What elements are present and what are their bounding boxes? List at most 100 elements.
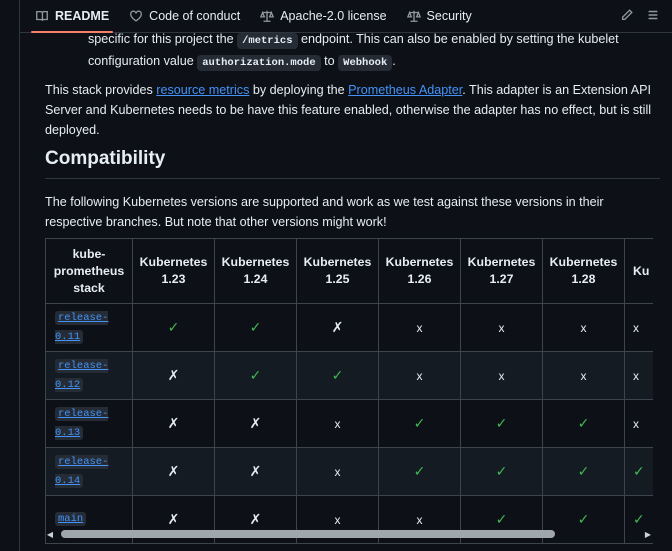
readme-tab-bar: README Code of conduct Apache-2.0 licens… xyxy=(20,0,672,33)
outline-menu-button[interactable] xyxy=(646,8,660,25)
support-cell: ✓ xyxy=(214,303,297,352)
table-row: release-0.11 ✓ ✓ ✗ x x x x xyxy=(45,303,653,352)
resource-metrics-paragraph: This stack provides resource metrics by … xyxy=(45,80,660,140)
support-cell: ✓ xyxy=(296,351,379,400)
support-cell: ✗ xyxy=(132,351,215,400)
tab-readme[interactable]: README xyxy=(25,0,119,33)
scroll-left-icon[interactable]: ◀ xyxy=(45,530,55,539)
support-cell: x xyxy=(624,399,653,448)
x-mark: x xyxy=(580,320,587,335)
readme-container: README Code of conduct Apache-2.0 licens… xyxy=(19,0,672,551)
code-metrics: /metrics xyxy=(237,33,298,49)
law-icon xyxy=(406,10,421,22)
tab-security-label: Security xyxy=(426,9,472,23)
table-horizontal-scrollbar[interactable]: ◀ ▶ xyxy=(45,528,653,540)
support-cell: ✗ xyxy=(296,303,379,352)
cross-icon: ✗ xyxy=(167,415,180,431)
release-branch-link[interactable]: main xyxy=(55,512,87,526)
table-header-row: kube-prometheus stack Kubernetes 1.23 Ku… xyxy=(45,238,653,304)
list-text-1: specific for this project the xyxy=(88,32,234,46)
pencil-icon xyxy=(621,9,633,21)
list-text-4: . xyxy=(392,54,396,68)
check-icon: ✓ xyxy=(495,463,508,479)
list-item-continuation: specific for this project the /metrics e… xyxy=(88,29,672,73)
heart-icon xyxy=(130,10,143,22)
tab-code-of-conduct[interactable]: Code of conduct xyxy=(119,0,250,32)
x-mark: x xyxy=(416,368,423,383)
release-branch-link[interactable]: release-0.13 xyxy=(55,406,109,440)
support-cell: x xyxy=(378,351,461,400)
cross-icon: ✗ xyxy=(331,319,344,335)
support-cell: ✓ xyxy=(542,447,625,496)
x-mark: x xyxy=(580,368,587,383)
support-cell: x xyxy=(624,351,653,400)
check-icon: ✓ xyxy=(577,511,590,527)
support-cell: ✓ xyxy=(460,447,543,496)
x-mark: x xyxy=(498,320,505,335)
support-cell: ✗ xyxy=(132,447,215,496)
table-row: release-0.12 ✗ ✓ ✓ x x x x xyxy=(45,351,653,400)
release-cell: release-0.13 xyxy=(45,399,133,448)
release-cell: release-0.12 xyxy=(45,351,133,400)
header-k8s-1-23: Kubernetes 1.23 xyxy=(132,238,215,304)
check-icon: ✓ xyxy=(495,511,508,527)
check-icon: ✓ xyxy=(413,415,426,431)
prometheus-adapter-link[interactable]: Prometheus Adapter xyxy=(348,83,462,97)
support-cell: x xyxy=(378,303,461,352)
compatibility-heading: Compatibility xyxy=(45,148,660,179)
cross-icon: ✗ xyxy=(249,415,262,431)
cross-icon: ✗ xyxy=(249,511,262,527)
cross-icon: ✗ xyxy=(249,463,262,479)
check-icon: ✓ xyxy=(249,319,262,335)
edit-readme-button[interactable] xyxy=(620,8,634,25)
list-icon xyxy=(648,10,658,20)
x-mark: x xyxy=(498,368,505,383)
release-branch-link[interactable]: release-0.11 xyxy=(55,310,109,344)
x-mark: x xyxy=(416,320,423,335)
support-cell: ✗ xyxy=(214,447,297,496)
resource-metrics-link[interactable]: resource metrics xyxy=(156,83,249,97)
support-cell: ✓ xyxy=(214,351,297,400)
check-icon: ✓ xyxy=(413,463,426,479)
x-mark: x xyxy=(334,512,341,527)
support-cell: ✓ xyxy=(542,399,625,448)
compatibility-text: The following Kubernetes versions are su… xyxy=(45,195,604,229)
x-mark: x xyxy=(633,416,639,431)
release-cell: release-0.11 xyxy=(45,303,133,352)
scrollbar-thumb[interactable] xyxy=(61,530,555,538)
compatibility-table-scroll[interactable]: kube-prometheus stack Kubernetes 1.23 Ku… xyxy=(45,238,653,551)
cross-icon: ✗ xyxy=(167,367,180,383)
support-cell: x xyxy=(296,447,379,496)
list-item-text: specific for this project the /metrics e… xyxy=(88,29,672,73)
tab-license-label: Apache-2.0 license xyxy=(280,9,387,23)
compatibility-table: kube-prometheus stack Kubernetes 1.23 Ku… xyxy=(45,238,653,544)
table-row: release-0.14 ✗ ✗ x ✓ ✓ ✓ ✓ xyxy=(45,447,653,496)
x-mark: x xyxy=(633,368,639,383)
x-mark: x xyxy=(633,320,639,335)
cross-icon: ✗ xyxy=(167,463,180,479)
check-icon: ✓ xyxy=(577,415,590,431)
x-mark: x xyxy=(334,416,341,431)
scrollbar-track[interactable] xyxy=(55,530,643,538)
release-cell: release-0.14 xyxy=(45,447,133,496)
support-cell: x xyxy=(542,303,625,352)
check-icon: ✓ xyxy=(577,463,590,479)
header-k8s-next: Ku xyxy=(624,238,653,304)
header-k8s-1-26: Kubernetes 1.26 xyxy=(378,238,461,304)
support-cell: x xyxy=(542,351,625,400)
header-k8s-1-25: Kubernetes 1.25 xyxy=(296,238,379,304)
support-cell: ✗ xyxy=(214,399,297,448)
book-icon xyxy=(36,10,48,21)
support-cell: ✓ xyxy=(624,447,653,496)
support-cell: ✓ xyxy=(378,447,461,496)
support-cell: ✓ xyxy=(378,399,461,448)
release-branch-link[interactable]: release-0.14 xyxy=(55,454,109,488)
para-text-1: This stack provides xyxy=(45,83,153,97)
release-branch-link[interactable]: release-0.12 xyxy=(55,358,109,392)
tab-license[interactable]: Apache-2.0 license xyxy=(250,0,396,32)
scroll-right-icon[interactable]: ▶ xyxy=(643,530,653,539)
support-cell: x xyxy=(624,303,653,352)
tab-security[interactable]: Security xyxy=(397,0,482,32)
table-row: release-0.13 ✗ ✗ x ✓ ✓ ✓ x xyxy=(45,399,653,448)
check-icon: ✓ xyxy=(495,415,508,431)
